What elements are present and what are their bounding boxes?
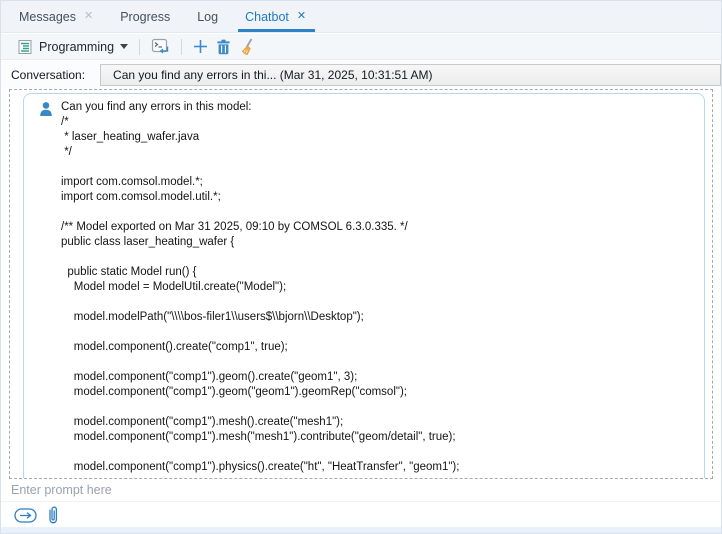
paperclip-icon — [46, 505, 60, 526]
mode-label: Programming — [39, 40, 114, 54]
chatbot-panel-window: Messages ✕ Progress Log Chatbot ✕ — [0, 0, 722, 534]
plus-icon — [193, 39, 208, 54]
console-insert-icon — [151, 38, 170, 55]
user-avatar-icon — [38, 101, 54, 117]
send-arrow-icon — [14, 508, 37, 523]
insert-to-console-button[interactable] — [147, 36, 174, 57]
toolbar-separator — [139, 39, 140, 55]
attach-file-button[interactable] — [46, 505, 60, 526]
tab-label: Log — [197, 10, 218, 24]
tab-label: Progress — [120, 10, 170, 24]
user-message-bubble: Can you find any errors in this model: /… — [23, 93, 705, 479]
close-icon[interactable]: ✕ — [297, 11, 306, 22]
close-icon[interactable]: ✕ — [84, 11, 93, 22]
conversation-bar: Conversation: Can you find any errors in… — [1, 61, 721, 88]
conversation-selected-option: Can you find any errors in thi... (Mar 3… — [113, 68, 433, 82]
tab-bar: Messages ✕ Progress Log Chatbot ✕ — [1, 1, 721, 33]
tab-progress[interactable]: Progress — [120, 1, 170, 32]
trash-icon — [216, 39, 231, 55]
delete-conversation-button[interactable] — [212, 37, 235, 57]
new-conversation-button[interactable] — [189, 37, 212, 56]
broom-icon — [239, 38, 257, 56]
tab-label: Chatbot — [245, 10, 289, 24]
conversation-select[interactable]: Can you find any errors in thi... (Mar 3… — [100, 64, 721, 86]
mode-dropdown-button[interactable]: Programming — [13, 37, 132, 57]
prompt-row — [1, 479, 721, 501]
tab-log[interactable]: Log — [197, 1, 218, 32]
tab-messages[interactable]: Messages ✕ — [19, 1, 93, 32]
send-button[interactable] — [14, 508, 37, 523]
window-bottom-edge — [1, 527, 721, 533]
tab-chatbot[interactable]: Chatbot ✕ — [245, 1, 306, 32]
prompt-actions-row — [1, 501, 721, 529]
conversation-label: Conversation: — [11, 68, 85, 82]
user-message-text: Can you find any errors in this model: /… — [61, 100, 694, 475]
clear-conversation-button[interactable] — [235, 36, 261, 58]
prompt-input[interactable] — [1, 479, 721, 501]
chevron-down-icon — [120, 44, 128, 49]
toolbar-separator — [181, 39, 182, 55]
programming-document-icon — [17, 39, 33, 55]
tab-label: Messages — [19, 10, 76, 24]
chat-scroll-area[interactable]: Can you find any errors in this model: /… — [9, 89, 713, 479]
chatbot-toolbar: Programming — [1, 34, 721, 60]
